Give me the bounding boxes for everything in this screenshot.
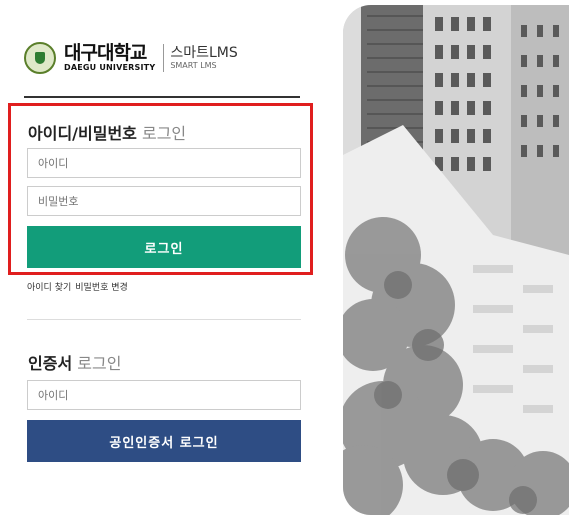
cert-section-title: 인증서 로그인 (28, 350, 121, 374)
find-id-link[interactable]: 아이디 찾기 (27, 283, 71, 293)
university-name: 대구대학교 DAEGU UNIVERSITY (64, 43, 155, 73)
cert-id-input[interactable] (27, 380, 301, 410)
building-illustration (343, 5, 569, 515)
login-button[interactable]: 로그인 (27, 226, 301, 268)
logo-area: 대구대학교 DAEGU UNIVERSITY 스마트LMS SMART LMS (24, 36, 238, 80)
lms-name: 스마트LMS SMART LMS (170, 45, 237, 71)
lms-name-en: SMART LMS (170, 61, 217, 70)
account-links: 아이디 찾기 비밀번호 변경 (27, 280, 128, 293)
change-password-link[interactable]: 비밀번호 변경 (75, 283, 128, 293)
university-name-en: DAEGU UNIVERSITY (64, 63, 156, 72)
cert-title-main: 인증서 (28, 354, 73, 373)
id-input[interactable] (27, 148, 301, 178)
lms-name-ko: 스마트LMS (170, 45, 238, 61)
university-emblem-icon (24, 42, 56, 74)
login-button-label: 로그인 (144, 241, 184, 257)
login-title-main: 아이디/비밀번호 (28, 124, 137, 143)
password-input[interactable] (27, 186, 301, 216)
header-rule (24, 96, 300, 98)
cert-login-button[interactable]: 공인인증서 로그인 (27, 420, 301, 462)
cert-login-button-label: 공인인증서 로그인 (109, 435, 219, 451)
section-divider (27, 319, 301, 320)
campus-building-photo (343, 5, 569, 515)
login-section-title: 아이디/비밀번호 로그인 (28, 120, 186, 144)
login-title-suffix: 로그인 (141, 124, 187, 143)
logo-divider (163, 44, 165, 72)
cert-title-suffix: 로그인 (77, 354, 122, 373)
university-name-ko: 대구대학교 (64, 42, 147, 64)
